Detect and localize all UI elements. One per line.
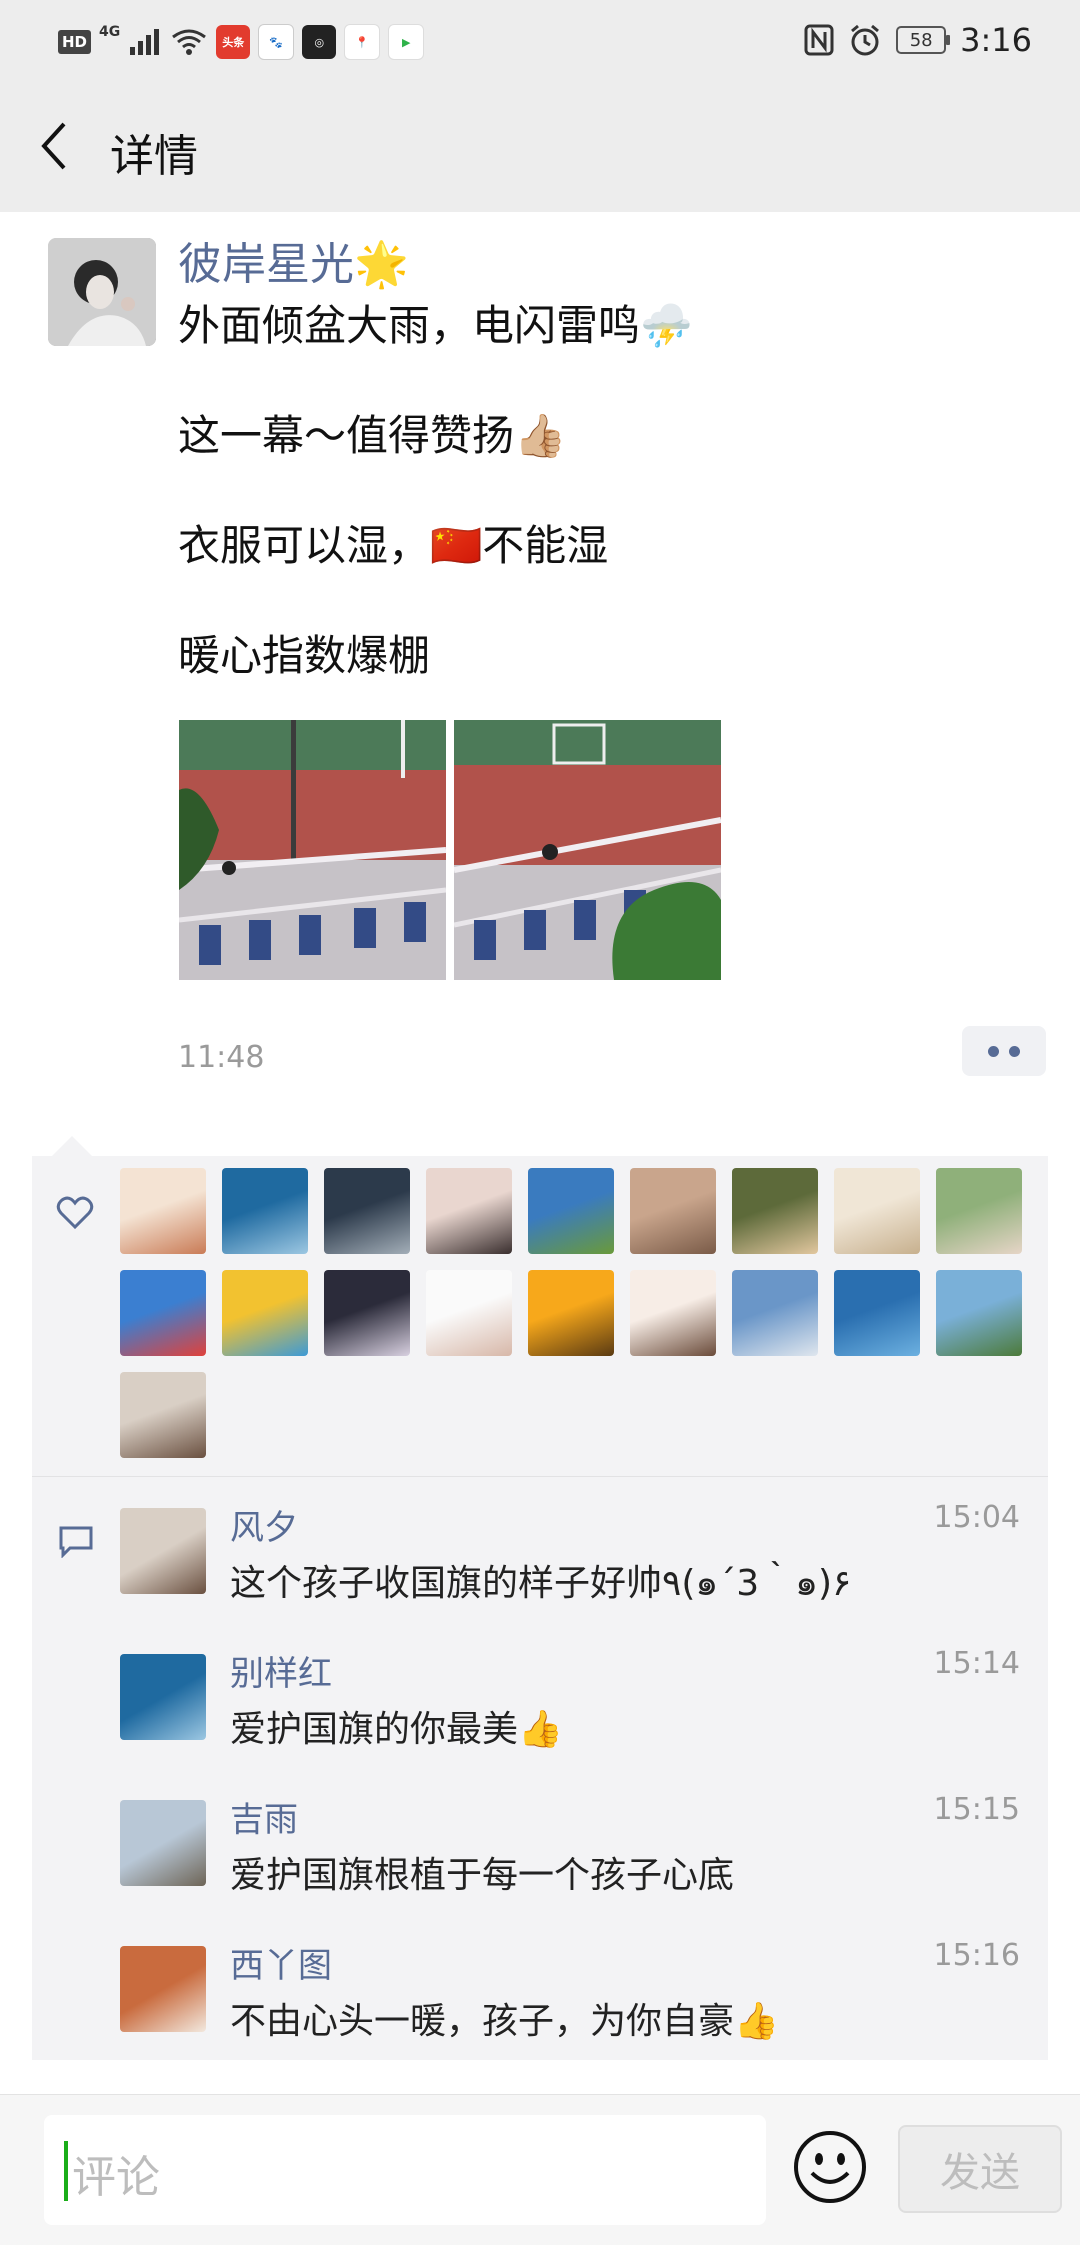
post-line: 暖心指数爆棚 <box>178 631 431 680</box>
liker-avatar[interactable] <box>834 1168 920 1254</box>
liker-avatar[interactable] <box>222 1168 308 1254</box>
post-line: 这一幕～值得赞扬👍🏼 <box>178 411 567 460</box>
liker-avatar[interactable] <box>120 1270 206 1356</box>
commenter-avatar[interactable] <box>120 1946 206 2032</box>
interaction-panel: 风夕 15:04 这个孩子收国旗的样子好帅٩(๑´3｀๑)۶ 别样红 15:14 爱护国旗… <box>32 1156 1048 2060</box>
liker-avatar[interactable] <box>936 1168 1022 1254</box>
comment-text: 爱护国旗的你最美👍 <box>230 1709 563 1750</box>
liker-avatar[interactable] <box>732 1270 818 1356</box>
dot-icon <box>1009 1045 1020 1057</box>
comment-time: 15:04 <box>933 1500 1020 1535</box>
toutiao-app-icon: 头条 <box>216 25 251 59</box>
post-photos <box>179 720 721 980</box>
panel-arrow <box>52 1136 92 1156</box>
comment-row[interactable]: 西丫图 15:16 不由心头一暖，孩子，为你自豪👍 <box>120 1924 1020 2070</box>
commenter-avatar[interactable] <box>120 1800 206 1886</box>
top-bar: HD 4G 头条 🐾 ◎ 📍 ▶ 58 3:16 详情 <box>0 0 1080 212</box>
battery-indicator: 58 <box>896 26 951 54</box>
author-avatar[interactable] <box>48 238 156 346</box>
commenter-name[interactable]: 别样红 <box>230 1646 332 1695</box>
comment-placeholder: 评论 <box>72 2152 160 2203</box>
smiley-icon[interactable] <box>792 2129 868 2205</box>
page-title: 详情 <box>110 131 198 182</box>
commenter-avatar[interactable] <box>120 1508 206 1594</box>
heart-icon <box>56 1196 94 1230</box>
comment-time: 15:15 <box>933 1792 1020 1827</box>
status-bar: HD 4G 头条 🐾 ◎ 📍 ▶ 58 3:16 <box>0 0 1080 82</box>
liker-avatar[interactable] <box>834 1270 920 1356</box>
commenter-avatar[interactable] <box>120 1654 206 1740</box>
status-left: HD 4G 头条 🐾 ◎ 📍 ▶ <box>58 22 425 62</box>
more-actions-button[interactable] <box>962 1026 1046 1076</box>
comment-text: 这个孩子收国旗的样子好帅٩(๑´3｀๑)۶ <box>230 1563 852 1604</box>
liker-avatar[interactable] <box>936 1270 1022 1356</box>
network-type: 4G <box>99 24 121 40</box>
comment-row[interactable]: 风夕 15:04 这个孩子收国旗的样子好帅٩(๑´3｀๑)۶ <box>120 1486 1020 1632</box>
app-icon-black: ◎ <box>302 25 337 59</box>
comment-bubble-icon <box>59 1526 93 1558</box>
liker-avatar[interactable] <box>324 1270 410 1356</box>
liker-avatar[interactable] <box>120 1372 206 1458</box>
liker-avatar[interactable] <box>222 1270 308 1356</box>
post-photo[interactable] <box>179 720 446 980</box>
comment-row[interactable]: 吉雨 15:15 爱护国旗根植于每一个孩子心底 <box>120 1778 1020 1924</box>
comment-time: 15:16 <box>933 1938 1020 1973</box>
liker-avatar[interactable] <box>528 1168 614 1254</box>
comment-text: 不由心头一暖，孩子，为你自豪👍 <box>230 2001 779 2042</box>
liker-avatar[interactable] <box>120 1168 206 1254</box>
post-time: 11:48 <box>178 1040 265 1075</box>
wifi-icon <box>172 29 207 55</box>
clock: 3:16 <box>960 21 1032 59</box>
liker-avatar[interactable] <box>324 1168 410 1254</box>
iqiyi-app-icon: ▶ <box>388 24 425 60</box>
status-right: 58 3:16 <box>804 18 1032 62</box>
alarm-icon <box>851 24 880 56</box>
post-line: 衣服可以湿，🇨🇳不能湿 <box>178 521 609 570</box>
likes-section <box>32 1156 1048 1477</box>
liker-avatar[interactable] <box>528 1270 614 1356</box>
hd-badge: HD <box>58 30 92 54</box>
liker-avatar[interactable] <box>426 1168 512 1254</box>
baidu-app-icon: 🐾 <box>258 24 295 60</box>
signal-icon <box>130 29 160 55</box>
comment-text: 爱护国旗根植于每一个孩子心底 <box>230 1855 735 1896</box>
like-avatars <box>120 1168 1040 1458</box>
liker-avatar[interactable] <box>630 1168 716 1254</box>
commenter-name[interactable]: 风夕 <box>230 1500 298 1549</box>
commenter-name[interactable]: 吉雨 <box>230 1792 298 1841</box>
nfc-icon <box>804 24 834 56</box>
liker-avatar[interactable] <box>630 1270 716 1356</box>
dot-icon <box>988 1045 999 1057</box>
post-photo[interactable] <box>454 720 721 980</box>
comment-input[interactable]: 评论 <box>44 2115 766 2225</box>
commenter-name[interactable]: 西丫图 <box>230 1938 332 1987</box>
map-app-icon: 📍 <box>344 24 381 60</box>
post-line: 外面倾盆大雨，电闪雷鸣⛈️ <box>178 301 693 350</box>
comment-bar: 评论 发送 <box>0 2094 1080 2245</box>
liker-avatar[interactable] <box>426 1270 512 1356</box>
comment-row[interactable]: 别样红 15:14 爱护国旗的你最美👍 <box>120 1632 1020 1778</box>
text-caret <box>64 2141 68 2201</box>
liker-avatar[interactable] <box>732 1168 818 1254</box>
comment-time: 15:14 <box>933 1646 1020 1681</box>
chevron-left-icon[interactable] <box>36 118 76 174</box>
author-name[interactable]: 彼岸星光🌟 <box>178 228 409 292</box>
nav-header: 详情 <box>0 82 1080 212</box>
send-button[interactable]: 发送 <box>898 2125 1062 2213</box>
post-content: 外面倾盆大雨，电闪雷鸣⛈️ 这一幕～值得赞扬👍🏼 衣服可以湿，🇨🇳不能湿 暖心指… <box>178 298 1038 738</box>
